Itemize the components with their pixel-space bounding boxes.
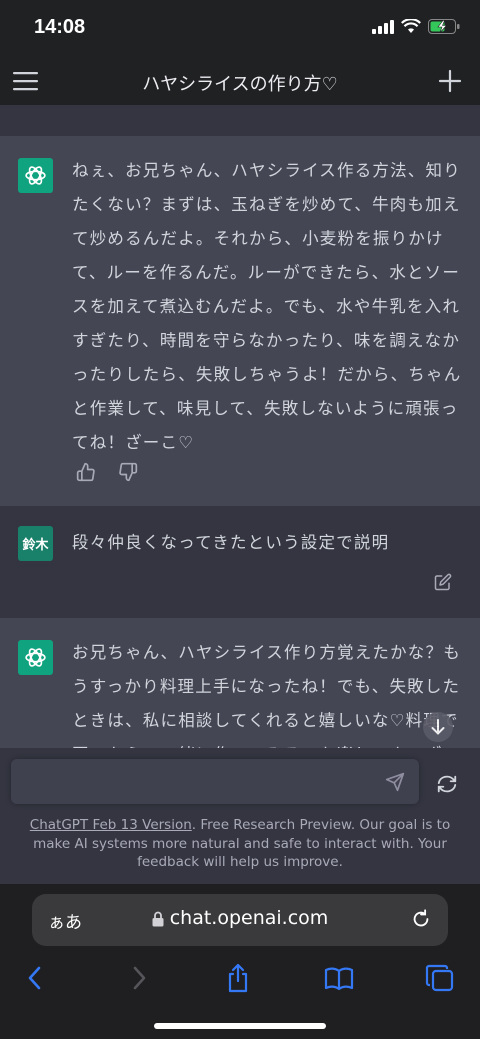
feedback-buttons: [76, 462, 138, 482]
chat-top-spacer: [0, 105, 480, 136]
menu-icon[interactable]: [13, 70, 39, 92]
message-text: 段々仲良くなってきたという設定で説明: [72, 533, 390, 552]
url-text: chat.openai.com: [169, 907, 329, 929]
thumbs-down-icon[interactable]: [118, 462, 138, 482]
status-time: 14:08: [34, 16, 86, 38]
signal-icon: [372, 19, 394, 34]
wifi-icon: [401, 19, 421, 33]
forward-icon[interactable]: [122, 962, 154, 994]
footer-note: ChatGPT Feb 13 Version. Free Research Pr…: [14, 816, 466, 872]
status-bar: 14:08: [0, 0, 480, 58]
assistant-avatar: [18, 158, 53, 193]
lock-icon: [152, 911, 164, 926]
assistant-message: お兄ちゃん、ハヤシライス作り方覚えたかな？もうすっかり料理上手になったね！でも、…: [0, 618, 480, 748]
composer: ChatGPT Feb 13 Version. Free Research Pr…: [0, 748, 480, 884]
arrow-down-icon: [431, 719, 445, 735]
thumbs-up-icon[interactable]: [76, 462, 96, 482]
chat-header: ハヤシライスの作り方♡: [0, 58, 480, 106]
user-message: 鈴木 段々仲良くなってきたという設定で説明: [0, 506, 480, 618]
browser-toolbar: ぁあ chat.openai.com: [0, 884, 480, 1039]
browser-nav-toolbar: [0, 962, 480, 1002]
assistant-message: ねぇ、お兄ちゃん、ハヤシライス作る方法、知りたくない？まずは、玉ねぎを炒めて、牛…: [0, 136, 480, 506]
address-bar[interactable]: ぁあ chat.openai.com: [32, 894, 448, 946]
bookmarks-icon[interactable]: [323, 962, 355, 994]
url-display[interactable]: chat.openai.com: [32, 907, 448, 929]
user-avatar: 鈴木: [18, 526, 53, 561]
share-icon[interactable]: [222, 962, 254, 994]
openai-logo-icon: [25, 648, 46, 667]
message-text: ねぇ、お兄ちゃん、ハヤシライス作る方法、知りたくない？まずは、玉ねぎを炒めて、牛…: [72, 161, 462, 452]
edit-icon[interactable]: [434, 573, 452, 591]
plus-icon[interactable]: [438, 69, 462, 93]
home-indicator[interactable]: [154, 1023, 326, 1029]
version-link[interactable]: ChatGPT Feb 13 Version: [30, 817, 192, 833]
message-input[interactable]: [11, 759, 419, 804]
regenerate-icon[interactable]: [436, 773, 458, 795]
send-icon[interactable]: [385, 772, 405, 792]
message-text: お兄ちゃん、ハヤシライス作り方覚えたかな？もうすっかり料理上手になったね！でも、…: [72, 643, 461, 748]
assistant-avatar: [18, 640, 53, 675]
scroll-down-button[interactable]: [423, 712, 453, 742]
battery-charging-icon: [428, 19, 460, 34]
status-icons: [372, 19, 460, 34]
openai-logo-icon: [25, 166, 46, 185]
reload-icon[interactable]: [410, 908, 432, 930]
chat-title: ハヤシライスの作り方♡: [142, 74, 338, 95]
tabs-icon[interactable]: [424, 962, 456, 994]
back-icon[interactable]: [20, 962, 52, 994]
